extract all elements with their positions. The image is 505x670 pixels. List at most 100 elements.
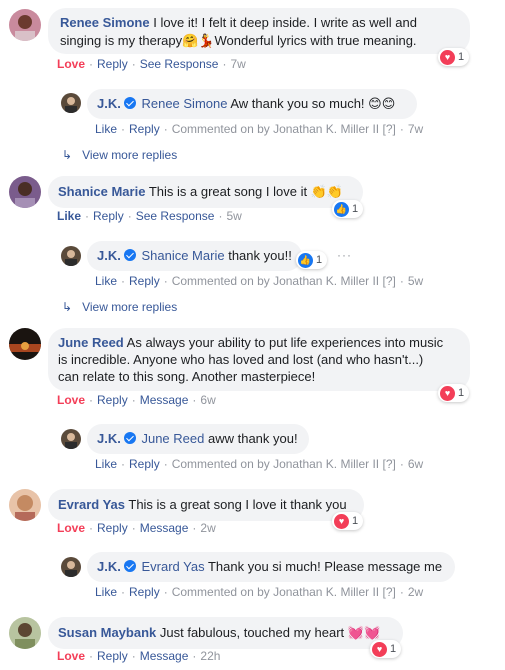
like-button[interactable]: Like [95,274,117,288]
reply-text: aww thank you! [207,431,298,446]
comment-timestamp[interactable]: 7w [230,57,245,71]
message-button[interactable]: Message [140,393,189,407]
reply-text: Aw thank you so much! 😊😊 [230,96,396,111]
view-more-replies[interactable]: ↳ View more replies [62,148,177,162]
comment-timestamp[interactable]: 6w [200,393,215,407]
like-button[interactable]: Like [95,585,117,599]
comment-author[interactable]: Renee Simone [60,15,150,30]
comment-text: As always your ability to put life exper… [126,335,444,350]
comment-actions: Love · Reply · Message · 2w [57,521,216,535]
comment-bubble: Renee Simone I love it! I felt it deep i… [48,8,470,54]
reply-actions: Like · Reply · Commented on by Jonathan K. M… [95,122,424,136]
reply-timestamp[interactable]: 2w [408,585,423,599]
reply-button[interactable]: Reply [97,393,128,407]
comment-author[interactable]: June Reed [58,335,124,350]
comment-bubble: Evrard Yas This is a great song I love i… [48,489,364,521]
like-button[interactable]: Like [95,122,117,136]
help-link[interactable]: [?] [382,122,395,136]
reaction-count-value: 1 [316,254,323,266]
reply-avatar[interactable] [61,246,81,266]
reply-avatar[interactable] [61,557,81,577]
comment-author[interactable]: Shanice Marie [58,184,145,199]
help-link[interactable]: [?] [382,274,395,288]
reply-button[interactable]: Reply [97,521,128,535]
tagged-user[interactable]: Evrard Yas [141,559,204,574]
avatar[interactable] [9,617,41,649]
comment-author[interactable]: Susan Maybank [58,625,156,640]
like-button[interactable]: Like [95,457,117,471]
love-button[interactable]: Love [57,393,85,407]
reaction-count[interactable]: 👍 1 [296,251,328,269]
avatar[interactable] [9,489,41,521]
comment-actions: Love · Reply · See Response · 7w [57,57,246,71]
comment-timestamp[interactable]: 2w [200,521,215,535]
reply-timestamp[interactable]: 5w [408,274,423,288]
reaction-count[interactable]: 👍 1 [332,200,364,218]
more-options-icon[interactable]: ··· [337,248,352,262]
comment-text-line2: is incredible. Anyone who has loved and … [58,352,424,367]
comment-text-line2: singing is my therapy🤗💃Wonderful lyrics … [60,33,417,48]
love-button[interactable]: Love [57,649,85,663]
reaction-count[interactable]: ♥ 1 [370,640,402,658]
reply-button[interactable]: Reply [93,209,124,223]
reply-author[interactable]: J.K. [97,96,121,111]
reply-button[interactable]: Reply [129,274,160,288]
reply-text: thank you!! [228,248,292,263]
tagged-user[interactable]: Renee Simone [141,96,227,111]
reply-author[interactable]: J.K. [97,431,121,446]
help-link[interactable]: [?] [382,457,395,471]
reply-author[interactable]: J.K. [97,248,121,263]
reply-button[interactable]: Reply [97,649,128,663]
comment-timestamp[interactable]: 5w [226,209,241,223]
like-reaction-icon: 👍 [298,252,313,268]
see-response-button[interactable]: See Response [136,209,215,223]
reaction-count-value: 1 [352,203,359,215]
love-button[interactable]: Love [57,521,85,535]
like-reaction-icon: 👍 [334,201,349,217]
reply-author[interactable]: J.K. [97,559,121,574]
reply-actions: Like · Reply · Commented on by Jonathan K. M… [95,585,424,599]
reply-button[interactable]: Reply [129,122,160,136]
reply-button[interactable]: Reply [129,457,160,471]
avatar[interactable] [9,9,41,41]
reaction-count[interactable]: ♥ 1 [438,48,470,66]
comment-actions: Love · Reply · Message · 6w [57,393,216,407]
tagged-user[interactable]: Shanice Marie [141,248,224,263]
avatar[interactable] [9,328,41,360]
reply-avatar[interactable] [61,429,81,449]
reply-button[interactable]: Reply [97,57,128,71]
comment-text: This is a great song I love it thank you [128,497,347,512]
reply-actions: Like · Reply · Commented on by Jonathan K. M… [95,457,424,471]
commented-by: Commented on by Jonathan K. Miller II [171,585,380,599]
reaction-count[interactable]: ♥ 1 [332,512,364,530]
avatar[interactable] [9,176,41,208]
comment-text-line3: can relate to this song. Another masterp… [58,369,316,384]
see-response-button[interactable]: See Response [140,57,219,71]
comment-text: I love it! I felt it deep inside. I writ… [153,15,417,30]
reply-avatar[interactable] [61,93,81,113]
reply-arrow-icon: ↳ [62,148,73,162]
verified-badge-icon [123,249,136,261]
message-button[interactable]: Message [140,649,189,663]
like-button[interactable]: Like [57,209,81,223]
tagged-user[interactable]: June Reed [141,431,204,446]
comment-author[interactable]: Evrard Yas [58,497,125,512]
commented-by: Commented on by Jonathan K. Miller II [171,274,380,288]
reply-button[interactable]: Reply [129,585,160,599]
reply-timestamp[interactable]: 7w [408,122,423,136]
heart-reaction-icon: ♥ [440,385,455,401]
help-link[interactable]: [?] [382,585,395,599]
commented-by: Commented on by Jonathan K. Miller II [171,457,380,471]
view-more-replies-label: View more replies [82,300,178,314]
reaction-count[interactable]: ♥ 1 [438,384,470,402]
comment-bubble: Susan Maybank Just fabulous, touched my … [48,617,403,649]
verified-badge-icon [123,97,136,109]
reply-actions: Like · Reply · Commented on by Jonathan K. M… [95,274,424,288]
comment-timestamp[interactable]: 22h [200,649,220,663]
reaction-count-value: 1 [458,51,465,63]
reply-timestamp[interactable]: 6w [408,457,423,471]
view-more-replies[interactable]: ↳ View more replies [62,300,177,314]
message-button[interactable]: Message [140,521,189,535]
verified-badge-icon [123,560,136,572]
love-button[interactable]: Love [57,57,85,71]
